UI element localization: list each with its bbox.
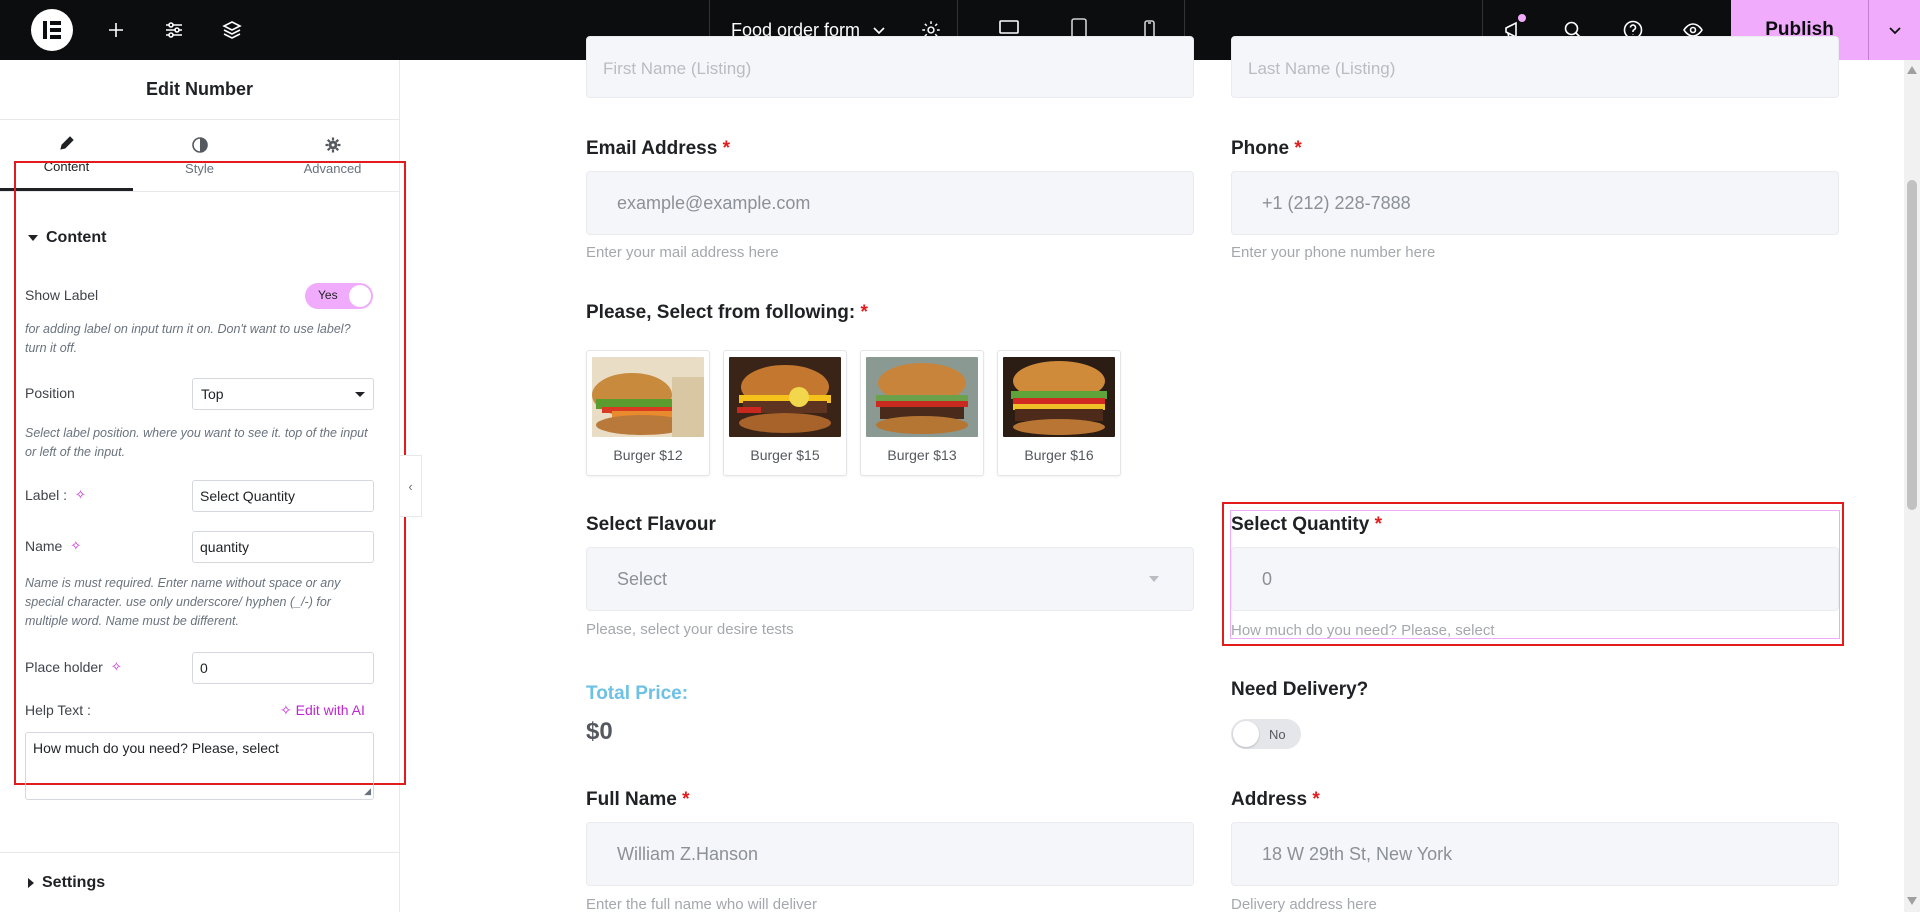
show-label-help: for adding label on input turn it on. Do… xyxy=(25,322,351,355)
layers-icon[interactable] xyxy=(203,0,261,60)
phone-label: Phone * xyxy=(1231,138,1302,159)
label-field-text: Label : xyxy=(25,487,68,503)
scroll-up-icon[interactable] xyxy=(1907,66,1917,74)
chevron-down-icon xyxy=(1888,27,1901,35)
name-field-label: Name ✧ xyxy=(25,538,81,554)
toggle-text: Yes xyxy=(318,288,338,302)
section-settings-header[interactable]: Settings xyxy=(0,852,399,912)
burger-caption: Burger $16 xyxy=(1024,447,1094,463)
help-text-label: Help Text : xyxy=(25,702,91,718)
show-label-label: Show Label xyxy=(25,287,99,303)
email-label: Email Address * xyxy=(586,138,730,159)
scroll-thumb[interactable] xyxy=(1907,180,1917,510)
full-name-label: Full Name * xyxy=(586,789,690,810)
flavour-label: Select Flavour xyxy=(586,514,716,535)
edit-with-ai-label: Edit with AI xyxy=(295,702,365,718)
flavour-help: Please, select your desire tests xyxy=(586,621,794,638)
quantity-label: Select Quantity * xyxy=(1231,514,1383,535)
select-following-label: Please, Select from following: * xyxy=(586,302,868,323)
caret-down-icon xyxy=(355,392,365,397)
first-name-input[interactable]: First Name (Listing) xyxy=(586,36,1194,98)
elementor-logo-icon[interactable] xyxy=(31,9,73,51)
flavour-select[interactable]: Select xyxy=(586,547,1194,611)
phone-help: Enter your phone number here xyxy=(1231,244,1436,261)
burger-caption: Burger $13 xyxy=(887,447,957,463)
ai-sparkle-icon[interactable]: ✧ xyxy=(111,659,122,675)
total-price-value: $0 xyxy=(586,718,613,745)
address-field[interactable]: 18 W 29th St, New York xyxy=(1231,822,1839,886)
email-field[interactable]: example@example.com xyxy=(586,171,1194,235)
burger-image xyxy=(729,357,841,437)
sliders-icon[interactable] xyxy=(145,0,203,60)
burger-option-3[interactable]: Burger $13 xyxy=(860,350,984,476)
placeholder-field-text: Place holder xyxy=(25,659,103,675)
position-select[interactable]: Top xyxy=(192,378,374,410)
position-help: Select label position. where you want to… xyxy=(25,426,368,459)
address-help: Delivery address here xyxy=(1231,896,1377,913)
toggle-knob xyxy=(1233,721,1259,747)
delivery-label: Need Delivery? xyxy=(1231,679,1369,700)
name-help: Name is must required. Enter name withou… xyxy=(25,576,341,628)
burger-image xyxy=(592,357,704,437)
caret-right-icon xyxy=(28,877,34,888)
full-name-help: Enter the full name who will deliver xyxy=(586,896,817,913)
panel-title: Edit Number xyxy=(0,60,399,120)
ai-sparkle-icon[interactable]: ✧ xyxy=(75,487,86,503)
help-text-textarea[interactable]: How much do you need? Please, select ◢ xyxy=(25,732,374,800)
chevron-down-icon xyxy=(873,27,885,35)
last-name-input[interactable]: Last Name (Listing) xyxy=(1231,36,1839,98)
publish-options-button[interactable] xyxy=(1868,0,1920,60)
section-title: Settings xyxy=(42,873,106,891)
edit-with-ai-link[interactable]: ✧ Edit with AI xyxy=(280,702,365,719)
position-value: Top xyxy=(201,386,224,402)
ai-sparkle-icon[interactable]: ✧ xyxy=(70,538,81,554)
label-input[interactable]: Select Quantity xyxy=(192,480,374,512)
caret-down-icon xyxy=(1149,576,1159,582)
label-field-label: Label : ✧ xyxy=(25,487,86,503)
resize-grip-icon[interactable]: ◢ xyxy=(364,786,371,797)
notification-dot xyxy=(1518,14,1526,22)
email-help: Enter your mail address here xyxy=(586,244,779,261)
placeholder-input[interactable]: 0 xyxy=(192,652,374,684)
burger-image xyxy=(866,357,978,437)
scroll-down-icon[interactable] xyxy=(1907,897,1917,905)
burger-option-4[interactable]: Burger $16 xyxy=(997,350,1121,476)
quantity-field[interactable]: 0 xyxy=(1231,547,1839,611)
burger-option-1[interactable]: Burger $12 xyxy=(586,350,710,476)
toggle-knob xyxy=(349,285,371,307)
full-name-field[interactable]: William Z.Hanson xyxy=(586,822,1194,886)
name-field-text: Name xyxy=(25,538,63,554)
content-section-highlight xyxy=(14,161,406,785)
flavour-value: Select xyxy=(617,568,668,589)
pencil-icon xyxy=(59,136,74,150)
burger-image xyxy=(1003,357,1115,437)
add-icon[interactable] xyxy=(87,0,145,60)
toggle-text: No xyxy=(1269,727,1286,742)
total-price-label: Total Price: xyxy=(586,683,689,704)
burger-option-2[interactable]: Burger $15 xyxy=(723,350,847,476)
section-title: Content xyxy=(46,229,107,246)
show-label-toggle[interactable]: Yes xyxy=(305,283,373,309)
burger-caption: Burger $15 xyxy=(750,447,820,463)
section-content-header[interactable]: Content xyxy=(28,229,106,247)
delivery-toggle[interactable]: No xyxy=(1231,719,1301,749)
burger-caption: Burger $12 xyxy=(613,447,683,463)
caret-down-icon xyxy=(28,235,38,241)
placeholder-field-label: Place holder ✧ xyxy=(25,659,122,675)
gear-icon xyxy=(325,137,340,152)
panel-collapse-handle[interactable]: ‹ xyxy=(400,455,422,517)
help-text-value: How much do you need? Please, select xyxy=(33,740,279,756)
quantity-help: How much do you need? Please, select xyxy=(1231,622,1495,639)
half-circle-icon xyxy=(191,136,208,153)
name-input[interactable]: quantity xyxy=(192,531,374,563)
phone-field[interactable]: +1 (212) 228-7888 xyxy=(1231,171,1839,235)
position-label: Position xyxy=(25,385,75,401)
address-label: Address * xyxy=(1231,789,1320,810)
